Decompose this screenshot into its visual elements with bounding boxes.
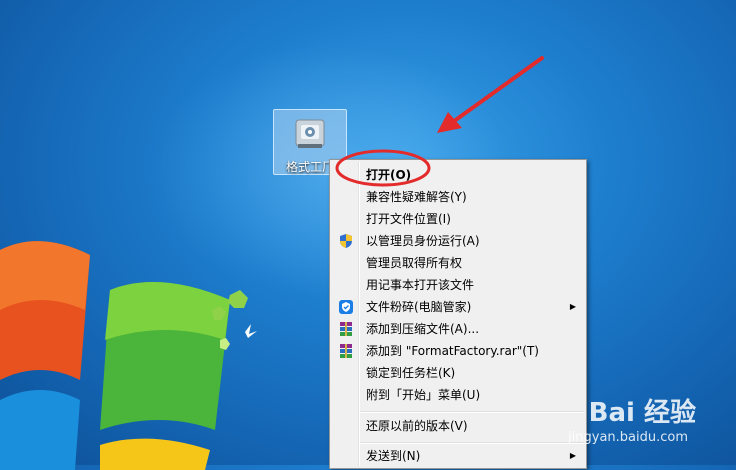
menu-item-pin-to-taskbar[interactable]: 锁定到任务栏(K): [332, 362, 584, 384]
menu-item-label: 用记事本打开该文件: [366, 278, 475, 292]
menu-item-label: 添加到 "FormatFactory.rar"(T): [366, 344, 539, 358]
menu-item-label: 添加到压缩文件(A)...: [366, 322, 480, 336]
menu-item-add-to-archive[interactable]: 添加到压缩文件(A)...: [332, 318, 584, 340]
menu-item-restore-previous-versions[interactable]: 还原以前的版本(V): [332, 415, 584, 437]
menu-item-label: 兼容性疑难解答(Y): [366, 190, 467, 204]
menu-item-run-as-admin[interactable]: 以管理员身份运行(A): [332, 230, 584, 252]
menu-separator: [360, 411, 584, 413]
menu-item-take-ownership[interactable]: 管理员取得所有权: [332, 252, 584, 274]
menu-item-label: 文件粉碎(电脑管家): [366, 300, 472, 314]
menu-item-label: 发送到(N): [366, 449, 421, 463]
windows-logo-decoration: [0, 241, 257, 470]
menu-item-send-to[interactable]: 发送到(N) ▶: [332, 445, 584, 467]
menu-item-label: 附到「开始」菜单(U): [366, 388, 481, 402]
menu-separator: [360, 442, 584, 444]
submenu-arrow-icon: ▶: [569, 451, 576, 460]
menu-item-open-file-location[interactable]: 打开文件位置(I): [332, 208, 584, 230]
menu-item-label: 打开文件位置(I): [366, 212, 451, 226]
menu-item-add-to-rar[interactable]: 添加到 "FormatFactory.rar"(T): [332, 340, 584, 362]
menu-item-compat-troubleshoot[interactable]: 兼容性疑难解答(Y): [332, 186, 584, 208]
menu-item-file-shredder[interactable]: 文件粉碎(电脑管家) ▶: [332, 296, 584, 318]
format-factory-app-icon: [295, 119, 325, 148]
menu-item-pin-to-start[interactable]: 附到「开始」菜单(U): [332, 384, 584, 406]
menu-item-label: 打开(O): [366, 168, 412, 182]
menu-item-open-with-notepad[interactable]: 用记事本打开该文件: [332, 274, 584, 296]
baidu-jingyan-url: jingyan.baidu.com: [568, 430, 688, 445]
menu-item-label: 还原以前的版本(V): [366, 419, 468, 433]
menu-item-label: 锁定到任务栏(K): [366, 366, 456, 380]
winrar-icon: [340, 322, 352, 336]
tencent-manager-icon: [339, 300, 353, 314]
context-menu: 打开(O) 兼容性疑难解答(Y) 打开文件位置(I) 以管理员身份运行(A) 管…: [329, 159, 587, 469]
menu-item-label: 管理员取得所有权: [366, 256, 463, 270]
winrar-icon: [340, 344, 352, 358]
menu-item-open[interactable]: 打开(O): [332, 164, 584, 186]
menu-item-label: 以管理员身份运行(A): [366, 234, 480, 248]
submenu-arrow-icon: ▶: [569, 302, 576, 311]
uac-shield-icon: [340, 234, 352, 248]
baidu-jingyan-watermark: Bai 经验: [588, 398, 696, 428]
